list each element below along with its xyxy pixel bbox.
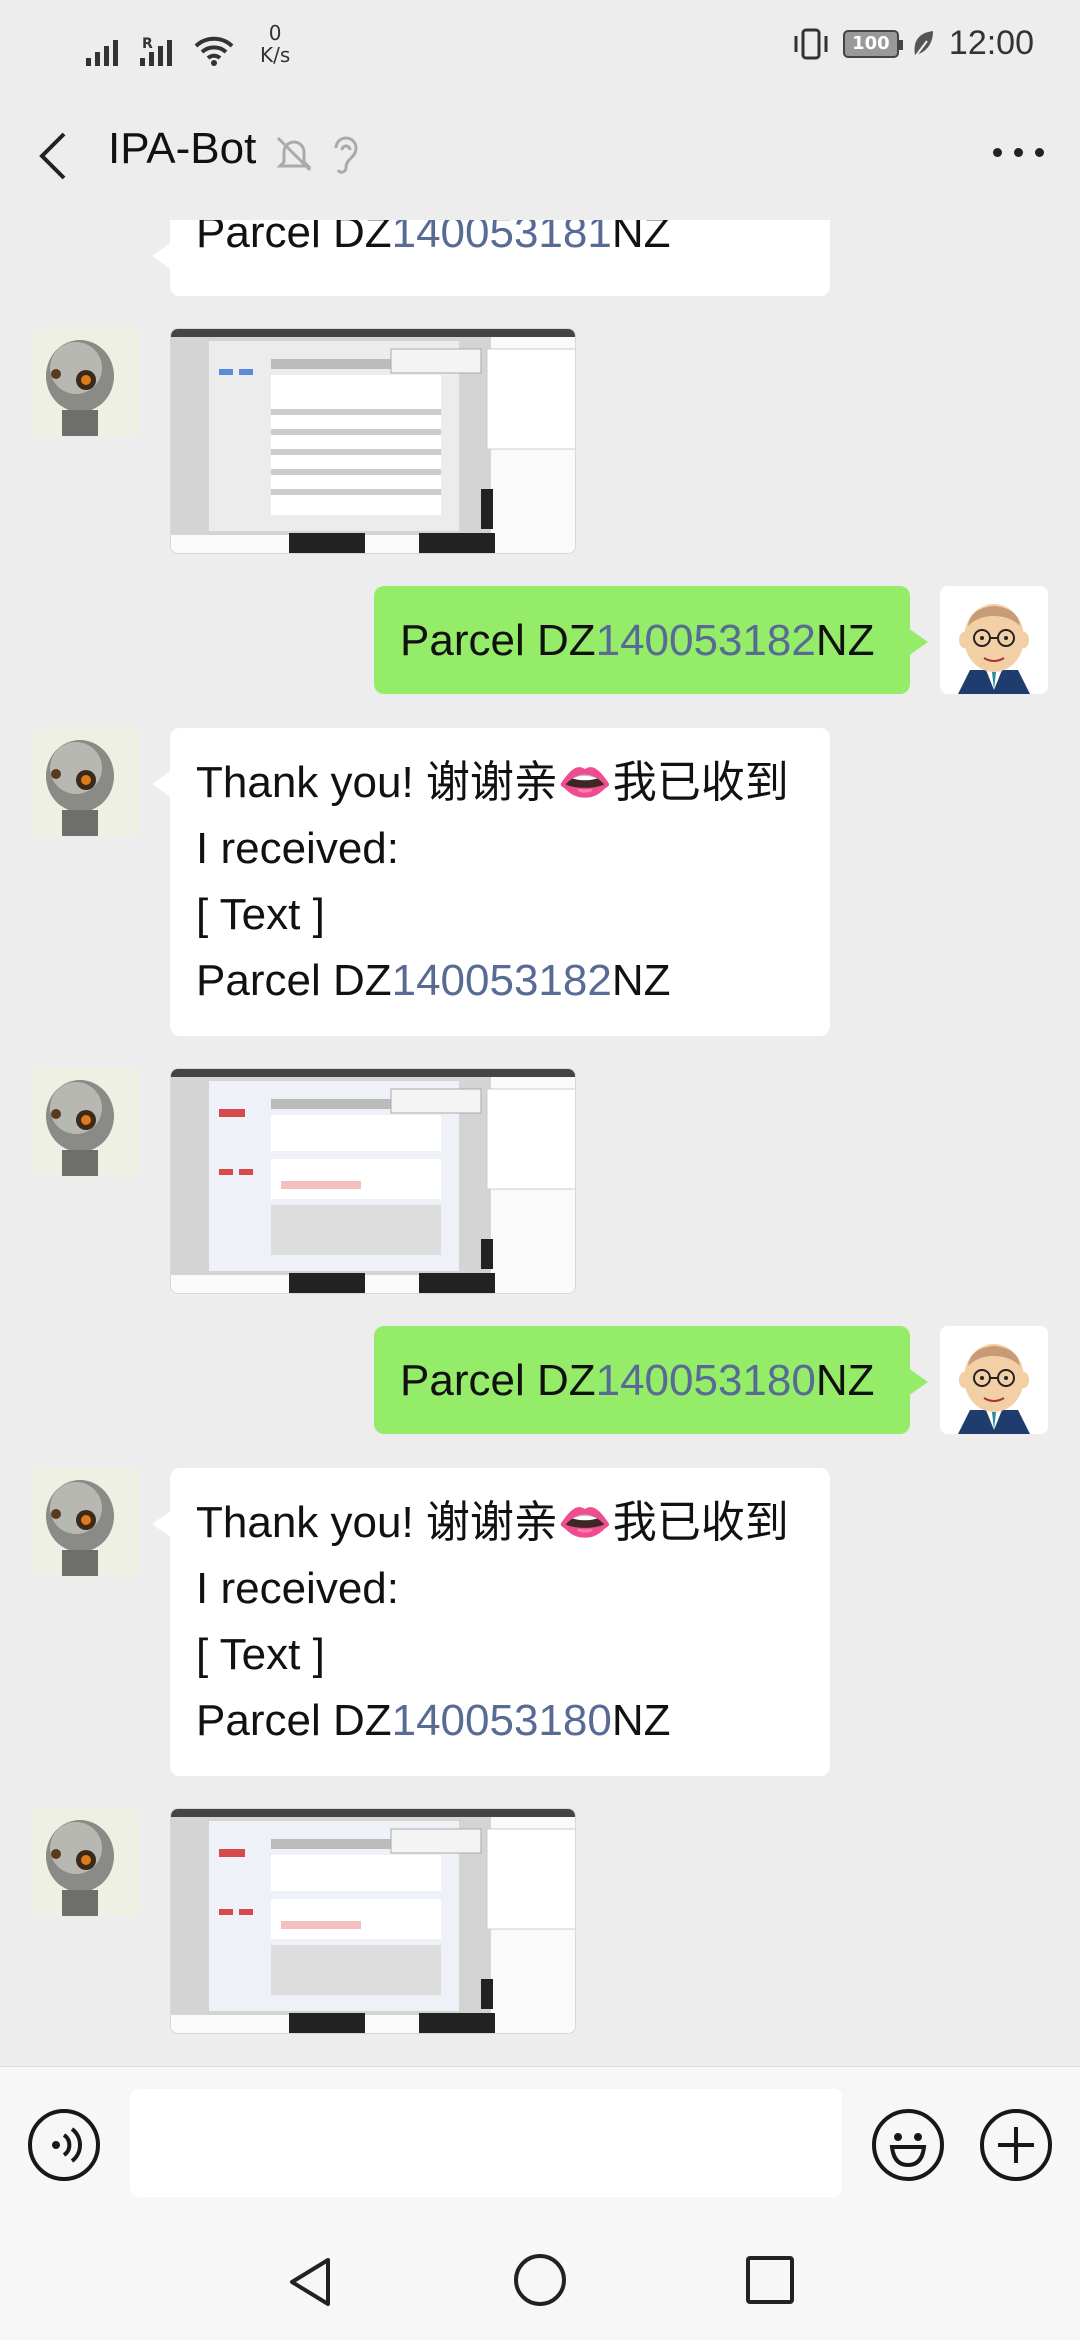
more-dots-icon[interactable]: [993, 148, 1044, 157]
parcel-prefix: Parcel DZ: [196, 956, 392, 1005]
message-bubble-received[interactable]: Thank you! 谢谢亲👄我已收到 I received: [ Text ]…: [152, 728, 830, 1036]
robot-avatar-image: [32, 728, 140, 836]
screenshot-image[interactable]: [170, 1068, 576, 1294]
message-bubble-received[interactable]: Thank you! 谢谢亲👄我已收到 I received: [ Text ]…: [152, 1468, 830, 1776]
vibrate-icon: [794, 28, 828, 59]
robot-avatar-image: [32, 1068, 140, 1176]
cartoon-man-avatar-image: [940, 586, 1048, 694]
user-avatar[interactable]: [940, 586, 1048, 694]
input-bar: [0, 2066, 1080, 2222]
parcel-line: Parcel DZ140053182NZ: [196, 948, 804, 1014]
mute-bell-icon: [276, 136, 312, 172]
message-bubble-received[interactable]: Parcel DZ140053181NZ: [152, 220, 830, 296]
bot-avatar[interactable]: [32, 1068, 140, 1176]
robot-avatar-image: [32, 1808, 140, 1916]
bot-avatar[interactable]: [32, 328, 140, 436]
parcel-suffix: NZ: [611, 956, 671, 1005]
bot-avatar[interactable]: [32, 1808, 140, 1916]
earpiece-icon: [334, 136, 358, 174]
message-line: Thank you! 谢谢亲👄我已收到: [196, 1490, 804, 1556]
network-speed-value: 0: [268, 21, 282, 45]
screenshot-thumbnail: [171, 1809, 575, 2033]
leaf-icon: [914, 30, 933, 58]
message-type-text: [ Text ]: [196, 1630, 325, 1679]
parcel-suffix: NZ: [611, 220, 671, 257]
received-en-text: I received:: [196, 1564, 399, 1613]
parcel-number-link[interactable]: 140053182: [392, 956, 612, 1005]
roaming-mark: R: [142, 36, 153, 52]
message-input[interactable]: [130, 2089, 842, 2197]
screenshot-image[interactable]: [170, 328, 576, 554]
network-speed: 0 K/s: [260, 22, 290, 66]
chat-title: IPA-Bot: [108, 124, 257, 173]
network-speed-unit: K/s: [260, 43, 291, 67]
message-list[interactable]: Parcel DZ140053181NZ Parcel DZ140053182N…: [0, 220, 1080, 2066]
message-type-text: [ Text ]: [196, 890, 325, 939]
wifi-icon: [194, 36, 234, 66]
lips-emoji: 👄: [557, 758, 613, 807]
parcel-prefix: Parcel DZ: [400, 616, 596, 665]
screenshot-image[interactable]: [170, 1808, 576, 2034]
system-nav-bar: [0, 2222, 1080, 2340]
signal-roaming-icon: R: [140, 36, 172, 66]
plus-icon: [998, 2127, 1034, 2163]
received-cn-text: 我已收到: [612, 758, 789, 807]
bot-avatar[interactable]: [32, 728, 140, 836]
parcel-suffix: NZ: [815, 616, 875, 665]
nav-home-icon[interactable]: [512, 2252, 568, 2308]
voice-input-button[interactable]: [28, 2109, 100, 2181]
parcel-number-link[interactable]: 140053180: [392, 1696, 612, 1745]
received-cn-text: 我已收到: [612, 1498, 789, 1547]
clock: 12:00: [948, 24, 1034, 62]
parcel-prefix: Parcel DZ: [196, 1696, 392, 1745]
chat-header: IPA-Bot: [0, 92, 1080, 220]
parcel-number-link[interactable]: 140053181: [392, 220, 612, 257]
parcel-prefix: Parcel DZ: [196, 220, 392, 257]
thanks-text: Thank you! 谢谢亲: [196, 1498, 558, 1547]
parcel-prefix: Parcel DZ: [400, 1356, 596, 1405]
screenshot-thumbnail: [171, 329, 575, 553]
voice-icon: [52, 2127, 82, 2163]
message-line: Thank you! 谢谢亲👄我已收到: [196, 750, 804, 816]
parcel-number-link[interactable]: 140053180: [596, 1356, 816, 1405]
received-en-text: I received:: [196, 824, 399, 873]
robot-avatar-image: [32, 328, 140, 436]
nav-back-icon[interactable]: [284, 2254, 336, 2310]
parcel-suffix: NZ: [611, 1696, 671, 1745]
user-avatar[interactable]: [940, 1326, 1048, 1434]
robot-avatar-image: [32, 1468, 140, 1576]
battery-icon: 100: [842, 29, 903, 58]
emoji-icon: [889, 2133, 927, 2168]
bot-avatar[interactable]: [32, 1468, 140, 1576]
message-bubble-sent[interactable]: Parcel DZ140053180NZ: [374, 1326, 928, 1434]
emoji-button[interactable]: [872, 2109, 944, 2181]
status-bar: R 0 K/s 100 12:00: [0, 0, 1080, 92]
message-bubble-sent[interactable]: Parcel DZ140053182NZ: [374, 586, 928, 694]
parcel-line: Parcel DZ140053180NZ: [196, 1688, 804, 1754]
status-right: 100 12:00: [791, 24, 1034, 63]
back-arrow-icon[interactable]: [34, 128, 74, 184]
lips-emoji: 👄: [557, 1498, 613, 1547]
signal-icon: [86, 40, 118, 66]
thanks-text: Thank you! 谢谢亲: [196, 758, 558, 807]
parcel-number-link[interactable]: 140053182: [596, 616, 816, 665]
cartoon-man-avatar-image: [940, 1326, 1048, 1434]
more-functions-button[interactable]: [980, 2109, 1052, 2181]
parcel-suffix: NZ: [815, 1356, 875, 1405]
nav-recents-icon[interactable]: [744, 2254, 796, 2306]
screenshot-thumbnail: [171, 1069, 575, 1293]
status-left: R 0 K/s: [86, 22, 290, 66]
